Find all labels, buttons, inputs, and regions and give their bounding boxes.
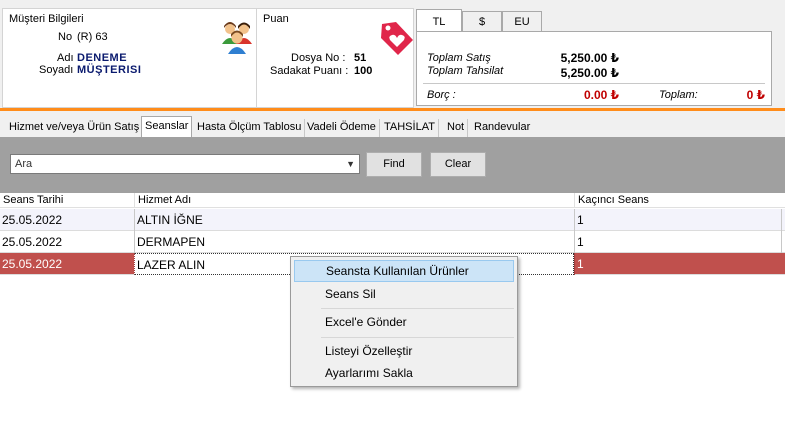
column-header-session-date[interactable]: Seans Tarihi bbox=[0, 193, 134, 208]
customer-no-value: (R) 63 bbox=[77, 31, 108, 43]
people-icon bbox=[222, 22, 252, 54]
grid-header: Seans Tarihi Hizmet Adı Kaçıncı Seans bbox=[0, 193, 785, 208]
menu-item-save-settings[interactable]: Ayarlarımı Sakla bbox=[294, 362, 514, 384]
context-menu: Seansta Kullanılan Ürünler Seans Sil Exc… bbox=[290, 256, 518, 387]
search-toolbar: Ara ▼ Find Clear bbox=[0, 137, 785, 193]
search-dropdown[interactable]: Ara ▼ bbox=[10, 154, 360, 174]
total-sales-label: Toplam Satış bbox=[427, 52, 491, 64]
tab-appointments[interactable]: Randevular bbox=[471, 119, 533, 137]
tab-notes[interactable]: Not bbox=[444, 119, 469, 137]
tab-currency-eu[interactable]: EU bbox=[502, 11, 542, 32]
heart-tag-icon bbox=[381, 22, 413, 55]
tab-currency-tl[interactable]: TL bbox=[416, 9, 462, 32]
total-collected-value: 5,250.00 ₺ bbox=[560, 66, 619, 80]
search-dropdown-value: Ara bbox=[15, 158, 33, 170]
file-no-label: Dosya No : bbox=[291, 52, 346, 64]
cell-session-number: 1 bbox=[574, 231, 782, 253]
cell-service-name: ALTIN İĞNE bbox=[134, 209, 574, 231]
first-name-value: DENEME bbox=[77, 52, 128, 64]
menu-item-products-used-in-session[interactable]: Seansta Kullanılan Ürünler bbox=[294, 260, 514, 282]
loyalty-points-value: 100 bbox=[354, 65, 373, 77]
tab-deferred-payment[interactable]: Vadeli Ödeme bbox=[304, 119, 380, 137]
last-name-value: MÜŞTERISI bbox=[77, 64, 142, 76]
tab-sessions[interactable]: Seanslar bbox=[141, 116, 193, 137]
main-tab-bar: Hizmet ve/veya Ürün Satış Seanslar Hasta… bbox=[0, 111, 785, 137]
currency-totals-panel: Toplam Satış 5,250.00 ₺ Toplam Tahsilat … bbox=[416, 31, 772, 106]
grand-total-value: 0 ₺ bbox=[746, 88, 765, 102]
menu-separator bbox=[321, 337, 514, 338]
menu-item-delete-session[interactable]: Seans Sil bbox=[294, 283, 514, 305]
debt-label: Borç : bbox=[427, 89, 456, 101]
customer-no-label: No bbox=[58, 31, 73, 43]
tab-collection[interactable]: TAHSİLAT bbox=[381, 119, 439, 137]
tab-patient-measurements[interactable]: Hasta Ölçüm Tablosu bbox=[194, 119, 306, 137]
loyalty-points-label: Sadakat Puanı : bbox=[270, 65, 349, 77]
total-sales-value: 5,250.00 ₺ bbox=[560, 51, 619, 65]
last-name-label: Soyadı bbox=[39, 64, 74, 76]
first-name-label: Adı bbox=[57, 52, 74, 64]
column-header-service-name[interactable]: Hizmet Adı bbox=[134, 193, 574, 208]
cell-session-date: 25.05.2022 bbox=[2, 213, 63, 227]
customer-section-title: Müşteri Bilgileri bbox=[9, 13, 84, 25]
chevron-down-icon[interactable]: ▼ bbox=[346, 155, 355, 173]
clear-button[interactable]: Clear bbox=[430, 152, 486, 177]
cell-session-date: 25.05.2022 bbox=[2, 257, 63, 271]
tab-service-product-sales[interactable]: Hizmet ve/veya Ürün Satış bbox=[6, 119, 144, 137]
menu-item-send-to-excel[interactable]: Excel'e Gönder bbox=[294, 311, 514, 333]
cell-session-number: 1 bbox=[574, 209, 782, 231]
header-panel: Müşteri Bilgileri No (R) 63 Adı DENEME S… bbox=[0, 0, 785, 110]
cell-session-number: 1 bbox=[574, 253, 782, 275]
menu-item-customize-list[interactable]: Listeyi Özelleştir bbox=[294, 340, 514, 362]
tab-currency-usd[interactable]: $ bbox=[462, 11, 502, 32]
table-row[interactable]: 25.05.2022 DERMAPEN 1 bbox=[0, 231, 785, 253]
points-section-title: Puan bbox=[263, 13, 289, 25]
total-collected-label: Toplam Tahsilat bbox=[427, 65, 504, 77]
totals-divider bbox=[423, 83, 765, 84]
find-button[interactable]: Find bbox=[366, 152, 422, 177]
customer-info-box: Müşteri Bilgileri No (R) 63 Adı DENEME S… bbox=[2, 8, 256, 108]
table-row[interactable]: 25.05.2022 ALTIN İĞNE 1 bbox=[0, 209, 785, 231]
column-header-session-number[interactable]: Kaçıncı Seans bbox=[574, 193, 785, 208]
debt-value: 0.00 ₺ bbox=[583, 88, 619, 102]
cell-service-name: DERMAPEN bbox=[134, 231, 574, 253]
menu-separator bbox=[321, 308, 514, 309]
file-no-value: 51 bbox=[354, 52, 367, 64]
grand-total-label: Toplam: bbox=[659, 89, 698, 101]
cell-session-date: 25.05.2022 bbox=[2, 235, 63, 249]
